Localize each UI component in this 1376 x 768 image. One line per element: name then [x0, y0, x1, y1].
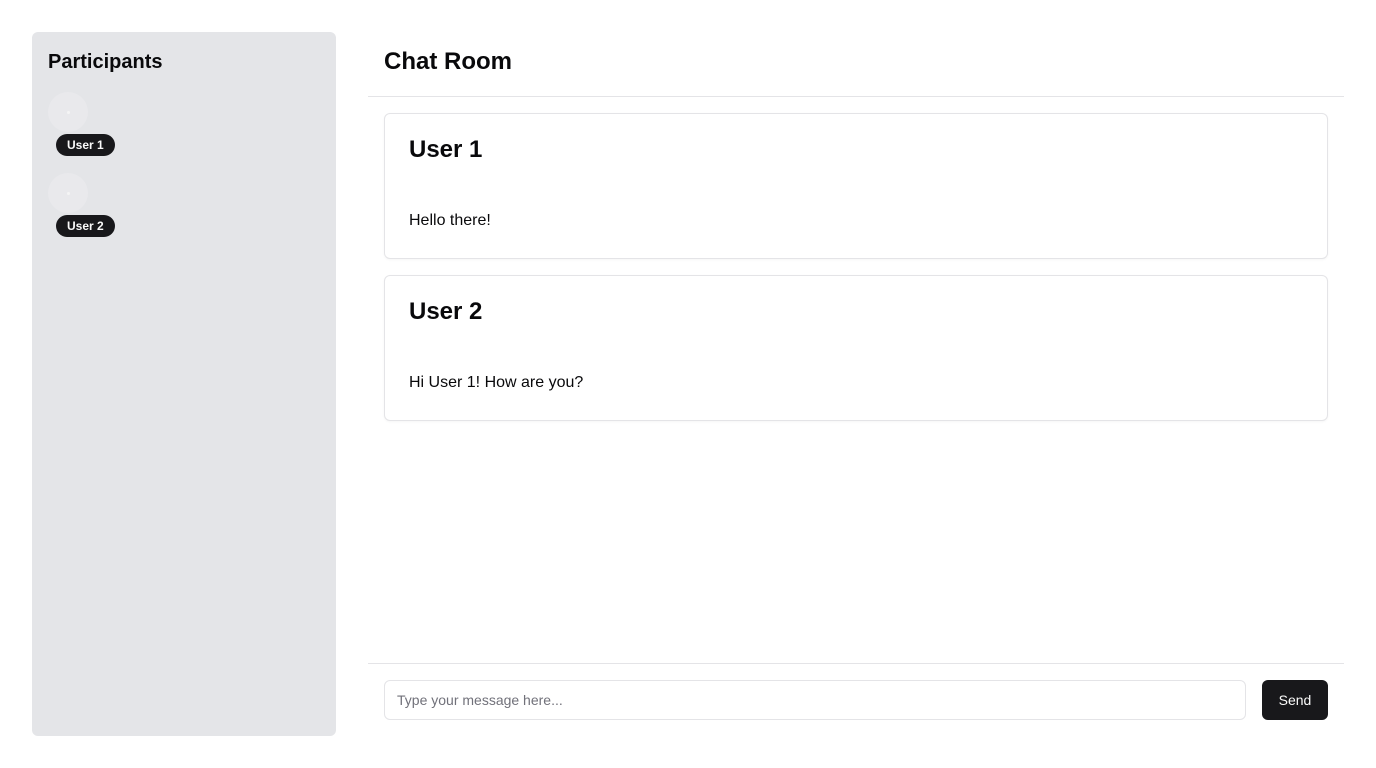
participant-name-badge: User 2 — [56, 215, 115, 237]
avatar[interactable] — [48, 173, 88, 213]
send-button[interactable]: Send — [1262, 680, 1328, 720]
message-text: Hello there! — [409, 212, 491, 229]
message-composer: Send — [368, 663, 1344, 736]
message-author: User 2 — [409, 298, 483, 325]
message-card: User 1 Hello there! — [384, 113, 1328, 259]
message-list[interactable]: User 1 Hello there! User 2 Hi User 1! Ho… — [384, 113, 1328, 437]
participant-name-badge: User 1 — [56, 134, 115, 156]
page-title: Chat Room — [384, 48, 512, 75]
message-author: User 1 — [409, 136, 483, 163]
chat-header: Chat Room — [368, 32, 1344, 97]
avatar-placeholder-icon — [66, 110, 70, 114]
avatar-placeholder-icon — [66, 191, 70, 195]
message-card: User 2 Hi User 1! How are you? — [384, 275, 1328, 421]
chat-app: Participants User 1 User 2 Chat Room Use… — [0, 0, 1376, 768]
participants-sidebar: Participants User 1 User 2 — [32, 32, 336, 736]
message-input[interactable] — [384, 680, 1246, 720]
chat-main: Chat Room User 1 Hello there! User 2 Hi … — [368, 32, 1344, 736]
avatar[interactable] — [48, 92, 88, 132]
message-text: Hi User 1! How are you? — [409, 374, 584, 391]
participant-item[interactable]: User 2 — [48, 173, 320, 254]
participant-list: User 1 User 2 — [48, 92, 320, 254]
participant-item[interactable]: User 1 — [48, 92, 320, 173]
participants-title: Participants — [48, 51, 163, 73]
